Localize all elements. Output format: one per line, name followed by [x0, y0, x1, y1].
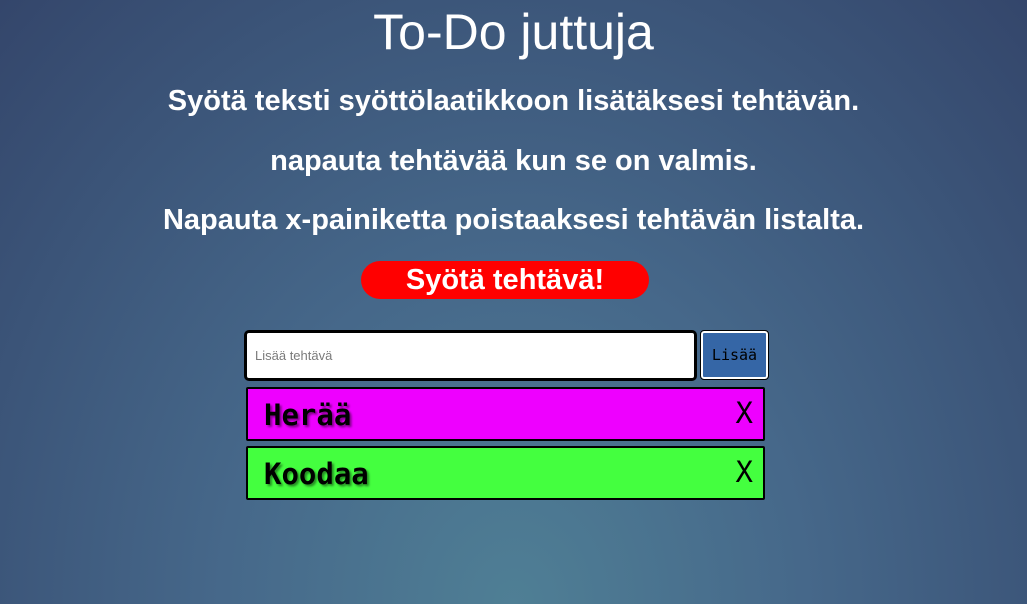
task-input[interactable] — [244, 330, 697, 381]
enter-task-banner: Syötä tehtävä! — [361, 261, 649, 299]
remove-task-button[interactable]: X — [736, 454, 753, 490]
instruction-complete: napauta tehtävää kun se on valmis. — [270, 145, 757, 177]
add-button[interactable]: Lisää — [700, 330, 769, 380]
instruction-remove: Napauta x-painiketta poistaaksesi tehtäv… — [162, 204, 865, 236]
todo-list: Herää X Koodaa X — [246, 387, 765, 505]
todo-item[interactable]: Koodaa X — [246, 446, 765, 500]
page-title: To-Do juttuja — [373, 4, 654, 60]
todo-item-text[interactable]: Herää — [264, 397, 351, 433]
add-task-form: Lisää — [244, 330, 769, 381]
remove-task-button[interactable]: X — [736, 395, 753, 431]
todo-item-text[interactable]: Koodaa — [264, 456, 369, 492]
todo-app: To-Do juttuja Syötä teksti syöttölaatikk… — [0, 0, 1027, 604]
todo-item[interactable]: Herää X — [246, 387, 765, 441]
instruction-add: Syötä teksti syöttölaatikkoon lisätäkses… — [167, 85, 860, 117]
